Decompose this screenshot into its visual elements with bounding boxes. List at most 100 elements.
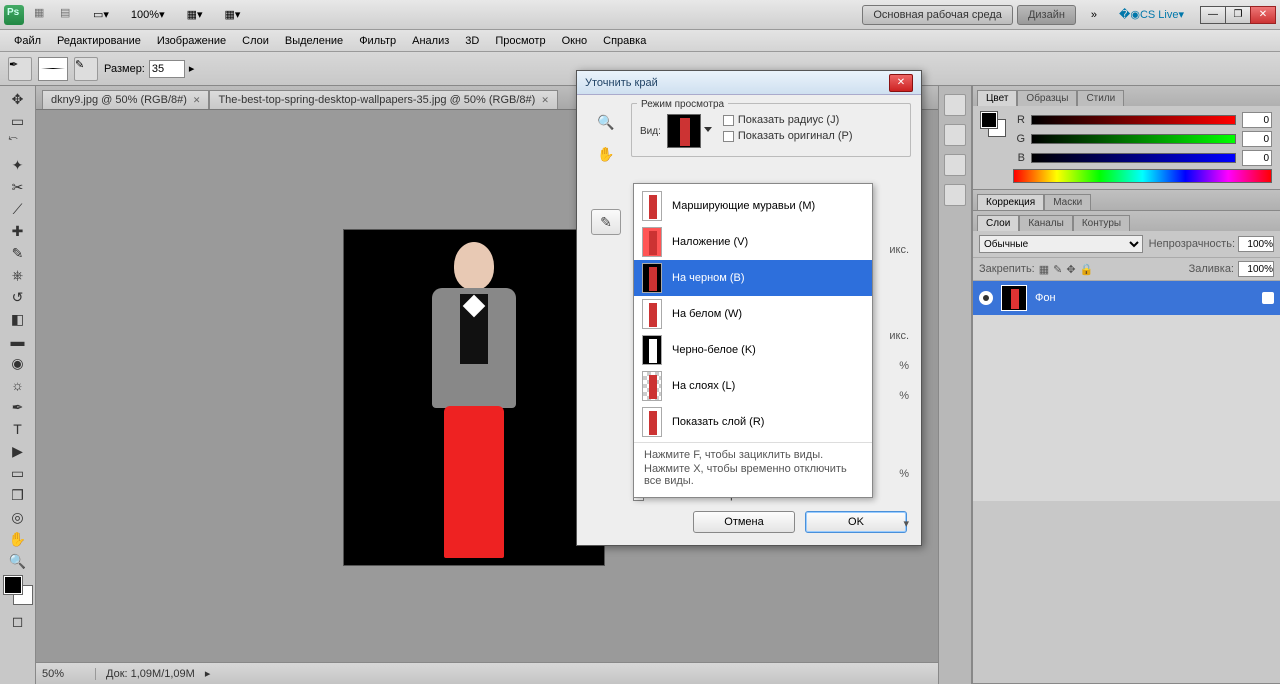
marquee-tool[interactable]: ▭	[6, 110, 30, 132]
dodge-tool[interactable]: ☼	[6, 374, 30, 396]
opacity-input[interactable]	[1238, 236, 1274, 252]
menu-filter[interactable]: Фильтр	[351, 32, 404, 50]
tab-adjustments[interactable]: Коррекция	[977, 194, 1044, 210]
show-original-checkbox[interactable]: Показать оригинал (P)	[723, 130, 853, 142]
tab-masks[interactable]: Маски	[1044, 194, 1091, 210]
move-tool[interactable]: ✥	[6, 88, 30, 110]
lock-all-icon[interactable]: 🔒	[1080, 263, 1094, 276]
layer-name[interactable]: Фон	[1035, 292, 1056, 304]
crop-tool[interactable]: ✂	[6, 176, 30, 198]
lock-pixels-icon[interactable]: ▦	[1039, 263, 1049, 276]
bridge-icon[interactable]: ▦	[34, 6, 52, 24]
g-slider[interactable]	[1031, 134, 1236, 144]
cs-live[interactable]: �◉ CS Live ▾	[1114, 5, 1189, 24]
healing-tool[interactable]: ✚	[6, 220, 30, 242]
docinfo-menu-icon[interactable]: ▸	[205, 667, 211, 680]
tab-close-icon[interactable]: ✕	[193, 95, 201, 106]
tab-styles[interactable]: Стили	[1077, 90, 1124, 106]
menu-3d[interactable]: 3D	[457, 32, 487, 50]
zoom-tool[interactable]: 🔍	[6, 550, 30, 572]
menu-image[interactable]: Изображение	[149, 32, 234, 50]
zoom-tool-icon[interactable]: 🔍	[594, 110, 618, 134]
viewmode-option-black-white[interactable]: Черно-белое (K)	[634, 332, 872, 368]
g-input[interactable]	[1242, 131, 1272, 147]
brush-preview[interactable]	[38, 57, 68, 81]
menu-help[interactable]: Справка	[595, 32, 654, 50]
history-brush-tool[interactable]: ↺	[6, 286, 30, 308]
size-stepper-icon[interactable]: ▸	[189, 62, 195, 75]
document-tab[interactable]: dkny9.jpg @ 50% (RGB/8#)✕	[42, 90, 209, 109]
layer-thumbnail[interactable]	[1001, 285, 1027, 311]
stamp-tool[interactable]: ⎈	[6, 264, 30, 286]
viewmode-option-on-layers[interactable]: На слоях (L)	[634, 368, 872, 404]
gradient-tool[interactable]: ▬	[6, 330, 30, 352]
tab-channels[interactable]: Каналы	[1019, 215, 1073, 231]
tab-close-icon[interactable]: ✕	[541, 95, 549, 106]
dock-icon[interactable]	[944, 94, 966, 116]
b-input[interactable]	[1242, 150, 1272, 166]
minibridge-icon[interactable]: ▤	[60, 6, 78, 24]
brush-size-input[interactable]	[149, 60, 185, 78]
dock-icon[interactable]	[944, 154, 966, 176]
eraser-tool[interactable]: ◧	[6, 308, 30, 330]
viewmode-option-marching-ants[interactable]: Марширующие муравьи (M)	[634, 188, 872, 224]
zoom-readout[interactable]: 50%	[42, 668, 96, 680]
show-radius-checkbox[interactable]: Показать радиус (J)	[723, 114, 853, 126]
3d-camera-tool[interactable]: ◎	[6, 506, 30, 528]
hand-tool[interactable]: ✋	[6, 528, 30, 550]
menu-layers[interactable]: Слои	[234, 32, 277, 50]
layer-row[interactable]: Фон	[973, 281, 1280, 315]
docinfo-readout[interactable]: Док: 1,09M/1,09M	[106, 668, 195, 680]
brush-settings-icon[interactable]: ✎	[74, 57, 98, 81]
tab-color[interactable]: Цвет	[977, 90, 1017, 106]
dialog-close-button[interactable]: ✕	[889, 74, 913, 92]
b-slider[interactable]	[1031, 153, 1236, 163]
r-slider[interactable]	[1031, 115, 1236, 125]
menu-view[interactable]: Просмотр	[487, 32, 553, 50]
lasso-tool[interactable]: ⃔	[6, 132, 30, 154]
arrange-docs-selector[interactable]: ▦▾	[182, 5, 208, 24]
quickmask-toggle[interactable]: ◻	[6, 610, 30, 632]
viewmode-option-on-black[interactable]: На черном (B)	[634, 260, 872, 296]
eyedropper-tool[interactable]: ⟋	[6, 198, 30, 220]
view-thumbnail-dropdown[interactable]	[667, 114, 701, 148]
dock-icon[interactable]	[944, 184, 966, 206]
document-canvas[interactable]	[344, 230, 604, 565]
window-minimize[interactable]: —	[1200, 6, 1226, 24]
workspace-more[interactable]: »	[1086, 6, 1102, 24]
menu-file[interactable]: Файл	[6, 32, 49, 50]
screen-mode-selector[interactable]: ▭▾	[88, 5, 114, 24]
cancel-button[interactable]: Отмена	[693, 511, 795, 533]
document-tab[interactable]: The-best-top-spring-desktop-wallpapers-3…	[209, 90, 557, 109]
viewmode-option-on-white[interactable]: На белом (W)	[634, 296, 872, 332]
dock-icon[interactable]	[944, 124, 966, 146]
menu-analysis[interactable]: Анализ	[404, 32, 457, 50]
3d-tool[interactable]: ❒	[6, 484, 30, 506]
path-select-tool[interactable]: ▶	[6, 440, 30, 462]
r-input[interactable]	[1242, 112, 1272, 128]
hand-tool-icon[interactable]: ✋	[594, 142, 618, 166]
window-close[interactable]: ✕	[1250, 6, 1276, 24]
dialog-titlebar[interactable]: Уточнить край ✕	[577, 71, 921, 95]
zoom-display[interactable]: 100% ▾	[126, 5, 170, 24]
workspace-essentials[interactable]: Основная рабочая среда	[862, 5, 1013, 25]
menu-select[interactable]: Выделение	[277, 32, 351, 50]
tab-swatches[interactable]: Образцы	[1017, 90, 1077, 106]
current-tool-icon[interactable]: ✒	[8, 57, 32, 81]
menu-window[interactable]: Окно	[554, 32, 596, 50]
lock-move-icon[interactable]: ✥	[1066, 263, 1075, 276]
spectrum-ramp[interactable]	[1013, 169, 1272, 183]
shape-tool[interactable]: ▭	[6, 462, 30, 484]
fill-input[interactable]	[1238, 261, 1274, 277]
layer-visibility-icon[interactable]	[979, 291, 993, 305]
window-restore[interactable]: ❐	[1225, 6, 1251, 24]
tab-paths[interactable]: Контуры	[1073, 215, 1130, 231]
brush-tool[interactable]: ✎	[6, 242, 30, 264]
workspace-design[interactable]: Дизайн	[1017, 5, 1076, 25]
blend-mode-select[interactable]: Обычные	[979, 235, 1143, 253]
refine-radius-tool[interactable]	[591, 209, 621, 235]
viewmode-option-overlay[interactable]: Наложение (V)	[634, 224, 872, 260]
color-swatch-mini[interactable]	[981, 112, 1005, 136]
color-swatches[interactable]	[4, 576, 32, 604]
lock-position-icon[interactable]: ✎	[1053, 263, 1062, 276]
